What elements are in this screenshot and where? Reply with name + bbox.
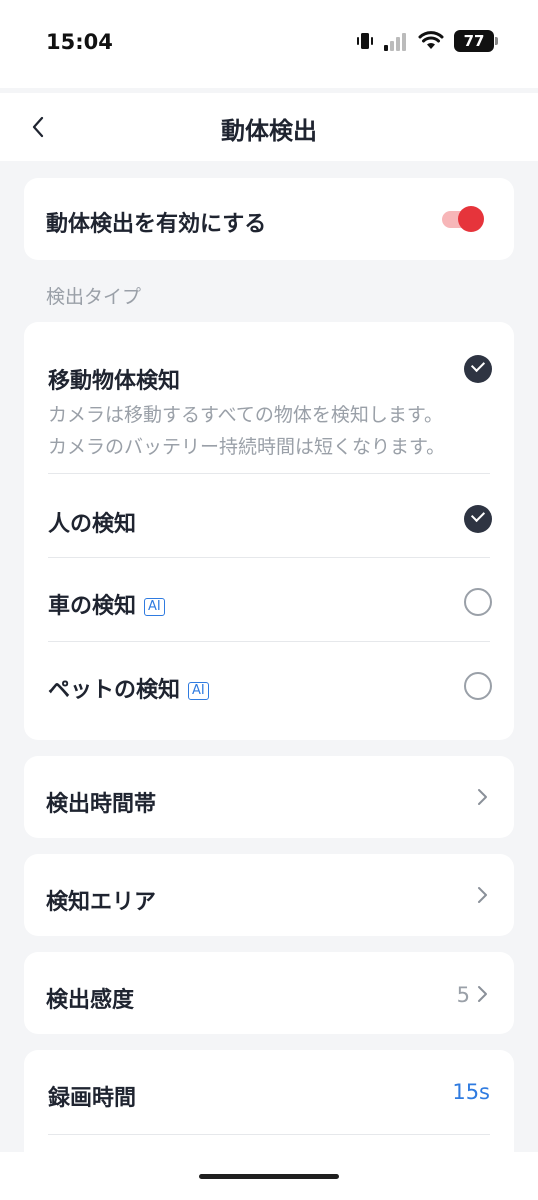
cellular-signal-icon [384, 33, 406, 51]
detection-item-label-text: ペットの検知 [48, 678, 181, 703]
detection-item-description: カメラのバッテリー持続時間は短くなります。 [48, 436, 446, 458]
enable-detection-toggle[interactable] [442, 206, 486, 232]
home-indicator[interactable] [199, 1174, 339, 1179]
status-time: 15:04 [46, 30, 113, 54]
wifi-icon [418, 31, 444, 49]
detection-sensitivity-row[interactable]: 検出感度 5 [24, 952, 514, 1034]
chevron-right-icon [478, 887, 487, 903]
chevron-right-icon [478, 986, 487, 1002]
vibrate-icon [357, 33, 373, 49]
detection-schedule-label: 検出時間帯 [46, 792, 157, 817]
detection-sensitivity-label: 検出感度 [46, 988, 135, 1013]
radio-unchecked-icon[interactable] [464, 672, 492, 700]
chevron-right-icon [478, 789, 487, 805]
detection-schedule-row[interactable]: 検出時間帯 [24, 756, 514, 838]
detection-type-card: 移動物体検知 カメラは移動するすべての物体を検知します。 カメラのバッテリー持続… [24, 322, 514, 740]
battery-indicator: 77 [454, 30, 498, 52]
detection-area-row[interactable]: 検知エリア [24, 854, 514, 936]
page-title: 動体検出 [221, 117, 317, 145]
detection-item-label: ペットの検知 AI [48, 672, 209, 704]
ai-badge: AI [188, 682, 209, 700]
recording-duration-row[interactable]: 録画時間 15s [24, 1050, 514, 1134]
detection-item-pet[interactable]: ペットの検知 AI [24, 642, 514, 724]
divider [48, 1134, 490, 1135]
toggle-knob [458, 206, 484, 232]
detection-sensitivity-value: 5 [456, 983, 470, 1007]
recording-duration-card: 録画時間 15s [24, 1050, 514, 1160]
detection-item-person[interactable]: 人の検知 [24, 474, 514, 556]
detection-item-label-text: 車の検知 [48, 594, 137, 619]
detection-type-section-label: 検出タイプ [46, 286, 142, 308]
detection-item-label: 移動物体検知 [48, 369, 181, 394]
checkmark-icon[interactable] [464, 355, 492, 383]
enable-detection-label: 動体検出を有効にする [46, 212, 267, 237]
detection-item-vehicle[interactable]: 車の検知 AI [24, 558, 514, 640]
detection-item-moving-object[interactable]: 移動物体検知 カメラは移動するすべての物体を検知します。 カメラのバッテリー持続… [24, 322, 514, 472]
ai-badge: AI [144, 598, 165, 616]
detection-item-label: 車の検知 AI [48, 588, 165, 620]
status-bar: 15:04 77 [0, 0, 538, 88]
detection-item-description: カメラは移動するすべての物体を検知します。 [48, 404, 444, 426]
status-icons: 77 [356, 30, 498, 52]
detection-item-label: 人の検知 [48, 512, 137, 537]
recording-duration-label: 録画時間 [48, 1086, 137, 1111]
recording-duration-value: 15s [452, 1080, 490, 1104]
radio-unchecked-icon[interactable] [464, 588, 492, 616]
checkmark-icon[interactable] [464, 505, 492, 533]
enable-detection-card: 動体検出を有効にする [24, 178, 514, 260]
navigation-bar: 動体検出 [0, 93, 538, 161]
detection-area-label: 検知エリア [46, 890, 157, 915]
